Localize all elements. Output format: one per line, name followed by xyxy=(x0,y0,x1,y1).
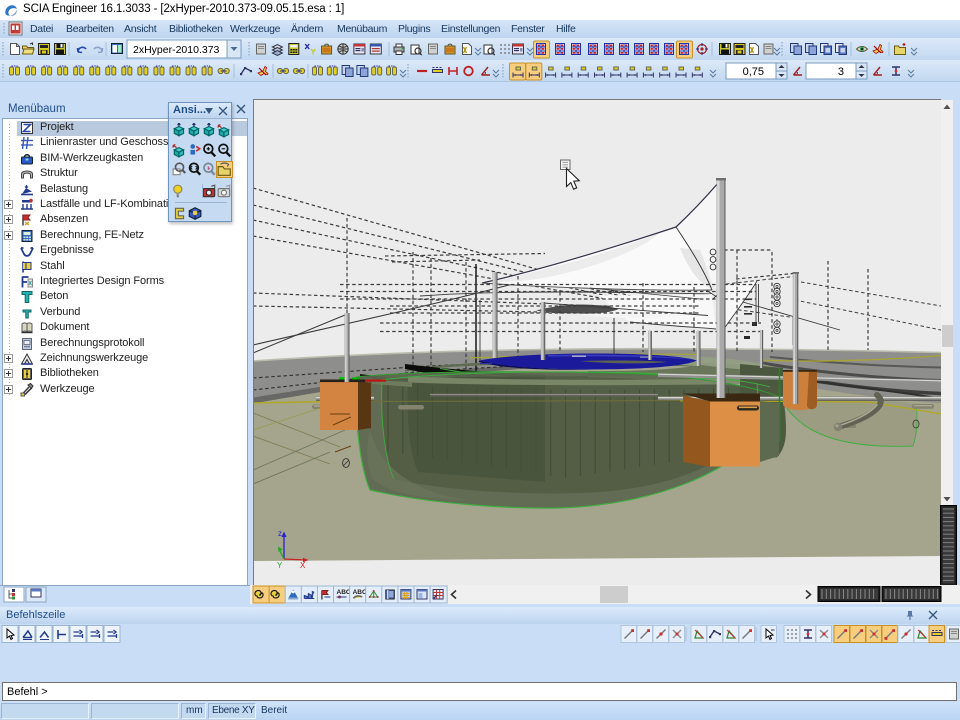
svg-text:ABC: ABC xyxy=(353,589,367,596)
svg-text:z: z xyxy=(278,529,282,538)
svg-text:0,75: 0,75 xyxy=(743,66,764,78)
svg-text:Y: Y xyxy=(277,561,283,570)
svg-text:2xHyper-2010.373: 2xHyper-2010.373 xyxy=(133,44,220,56)
svg-text:X: X xyxy=(300,561,306,570)
svg-text:ABC: ABC xyxy=(337,589,351,596)
svg-text:3: 3 xyxy=(838,66,844,78)
